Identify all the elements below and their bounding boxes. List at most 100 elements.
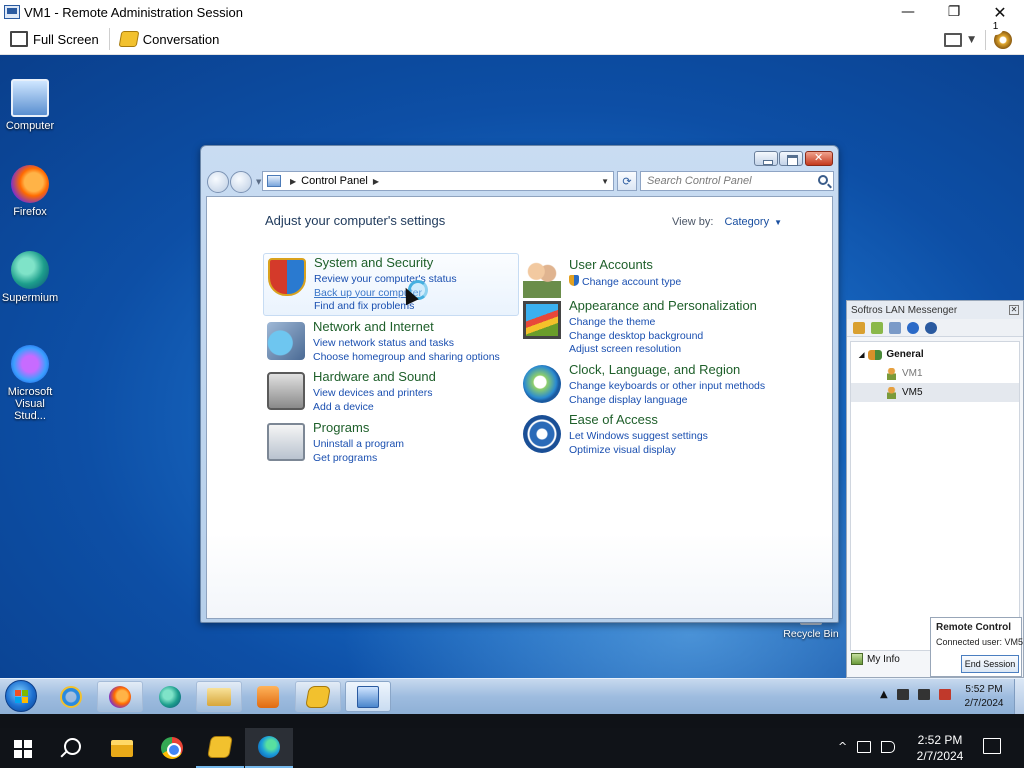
desktop-icon-firefox[interactable]: Firefox: [0, 165, 60, 218]
remote-start-button[interactable]: [5, 680, 37, 712]
close-icon[interactable]: ✕: [1009, 305, 1019, 315]
category-title[interactable]: Network and Internet: [313, 319, 434, 334]
volume-muted-icon[interactable]: [938, 689, 951, 700]
desktop-icon-supermium[interactable]: Supermium: [0, 251, 60, 304]
settings-icon[interactable]: [853, 321, 865, 334]
category-title[interactable]: System and Security: [314, 255, 433, 270]
link-back-up[interactable]: Back up your computer: [314, 287, 457, 301]
link-uninstall-program[interactable]: Uninstall a program: [313, 438, 404, 452]
taskbar-ie[interactable]: [48, 681, 94, 712]
host-taskbar-explorer[interactable]: [98, 728, 146, 768]
link-display-language[interactable]: Change display language: [569, 394, 765, 408]
breadcrumb-control-panel[interactable]: Control Panel: [301, 175, 368, 187]
category-title[interactable]: Clock, Language, and Region: [569, 362, 740, 377]
category-title[interactable]: Programs: [313, 420, 369, 435]
info-icon[interactable]: [925, 321, 937, 334]
conversation-button[interactable]: Conversation: [114, 27, 226, 51]
category-hardware-sound[interactable]: Hardware and Sound View devices and prin…: [263, 368, 519, 414]
minimize-button[interactable]: —: [885, 0, 931, 24]
monitor-select-icon[interactable]: [944, 32, 963, 47]
user-item-vm1[interactable]: VM1: [851, 364, 1019, 383]
category-title[interactable]: Ease of Access: [569, 412, 658, 427]
category-title[interactable]: Appearance and Personalization: [569, 298, 757, 313]
host-clock[interactable]: 2:52 PM 2/7/2024: [906, 732, 974, 764]
my-info-button[interactable]: My Info: [851, 653, 900, 665]
breadcrumb-arrow-icon[interactable]: ▶: [290, 177, 296, 186]
link-change-keyboards[interactable]: Change keyboards or other input methods: [569, 380, 765, 394]
windows-start-icon[interactable]: [14, 740, 32, 758]
search-icon[interactable]: [60, 738, 81, 758]
link-change-account-type[interactable]: Change account type: [569, 275, 681, 289]
category-user-accounts[interactable]: User Accounts Change account type: [519, 256, 819, 298]
host-taskbar-chrome[interactable]: [148, 728, 196, 768]
user-group-general[interactable]: ◢ General: [859, 349, 924, 360]
category-network-internet[interactable]: Network and Internet View network status…: [263, 318, 519, 364]
supermium-icon: [11, 251, 49, 289]
cp-maximize-button[interactable]: [779, 151, 803, 166]
link-add-device[interactable]: Add a device: [313, 401, 432, 415]
network-icon[interactable]: [917, 689, 930, 700]
restore-button[interactable]: ❐: [931, 0, 977, 24]
taskbar-control-panel[interactable]: [345, 681, 391, 712]
link-find-fix-problems[interactable]: Find and fix problems: [314, 300, 457, 314]
link-screen-resolution[interactable]: Adjust screen resolution: [569, 343, 703, 357]
search-icon[interactable]: [818, 175, 828, 185]
address-bar[interactable]: ▶ Control Panel ▶ ▼: [262, 171, 614, 191]
expand-triangle-icon[interactable]: ◢: [859, 351, 864, 359]
link-get-programs[interactable]: Get programs: [313, 452, 404, 466]
category-clock-language[interactable]: Clock, Language, and Region Change keybo…: [519, 361, 819, 407]
desktop-icon-computer[interactable]: Computer: [0, 79, 60, 132]
breadcrumb-arrow-icon[interactable]: ▶: [373, 177, 379, 186]
category-programs[interactable]: Programs Uninstall a program Get program…: [263, 419, 519, 465]
remote-clock[interactable]: 5:52 PM 2/7/2024: [960, 683, 1008, 711]
volume-icon[interactable]: [881, 740, 896, 753]
open-folder-icon[interactable]: [871, 321, 883, 334]
cp-close-button[interactable]: [805, 151, 833, 166]
back-button[interactable]: [207, 171, 229, 193]
link-suggest-settings[interactable]: Let Windows suggest settings: [569, 430, 708, 444]
show-desktop-button[interactable]: [1014, 679, 1024, 715]
remote-taskbar: ▲ 5:52 PM 2/7/2024: [0, 678, 1024, 715]
message-history-icon[interactable]: [889, 321, 901, 334]
taskbar-firefox[interactable]: [97, 681, 143, 712]
help-icon[interactable]: [907, 321, 919, 334]
category-appearance[interactable]: Appearance and Personalization Change th…: [519, 297, 819, 355]
full-screen-button[interactable]: Full Screen: [4, 27, 105, 51]
host-taskbar-edge[interactable]: [245, 728, 293, 768]
address-dropdown-icon[interactable]: ▼: [601, 177, 609, 186]
user-item-vm5[interactable]: VM5: [851, 383, 1019, 402]
show-hidden-icons-icon[interactable]: ▲: [880, 689, 888, 700]
link-optimize-display[interactable]: Optimize visual display: [569, 444, 708, 458]
host-taskbar-remote-admin[interactable]: [196, 728, 244, 768]
taskbar-explorer[interactable]: [196, 681, 242, 712]
refresh-button[interactable]: ⟳: [617, 171, 637, 191]
taskbar-lan-messenger[interactable]: [295, 681, 341, 712]
link-homegroup[interactable]: Choose homegroup and sharing options: [313, 351, 500, 365]
link-review-status[interactable]: Review your computer's status: [314, 273, 457, 287]
group-name: General: [886, 349, 924, 360]
category-title[interactable]: User Accounts: [569, 257, 653, 272]
forward-button[interactable]: [230, 171, 252, 193]
link-desktop-background[interactable]: Change desktop background: [569, 330, 703, 344]
category-ease-of-access[interactable]: Ease of Access Let Windows suggest setti…: [519, 411, 819, 457]
host-date: 2/7/2024: [916, 749, 964, 763]
search-input[interactable]: Search Control Panel: [640, 171, 834, 191]
action-center-flag-icon[interactable]: [896, 689, 909, 700]
chevron-down-icon[interactable]: ▼: [774, 218, 782, 227]
cp-minimize-button[interactable]: [754, 151, 778, 166]
desktop-icon-visual-studio[interactable]: Microsoft Visual Stud...: [0, 345, 60, 422]
link-devices-printers[interactable]: View devices and printers: [313, 387, 432, 401]
link-network-status[interactable]: View network status and tasks: [313, 337, 500, 351]
notification-center-icon[interactable]: [983, 738, 1001, 754]
link-change-theme[interactable]: Change the theme: [569, 316, 703, 330]
category-title[interactable]: Hardware and Sound: [313, 369, 436, 384]
chevron-down-icon[interactable]: ▼: [968, 35, 975, 45]
view-by-dropdown[interactable]: Category: [724, 216, 769, 228]
category-system-security[interactable]: System and Security Review your computer…: [263, 253, 519, 316]
recent-pages-chevron-icon[interactable]: ▼: [256, 178, 261, 186]
taskbar-supermium[interactable]: [147, 681, 193, 712]
chevron-up-icon[interactable]: ^: [838, 740, 847, 753]
taskbar-media-player[interactable]: [245, 681, 291, 712]
end-session-button[interactable]: End Session: [961, 655, 1019, 673]
network-icon[interactable]: [857, 740, 872, 753]
